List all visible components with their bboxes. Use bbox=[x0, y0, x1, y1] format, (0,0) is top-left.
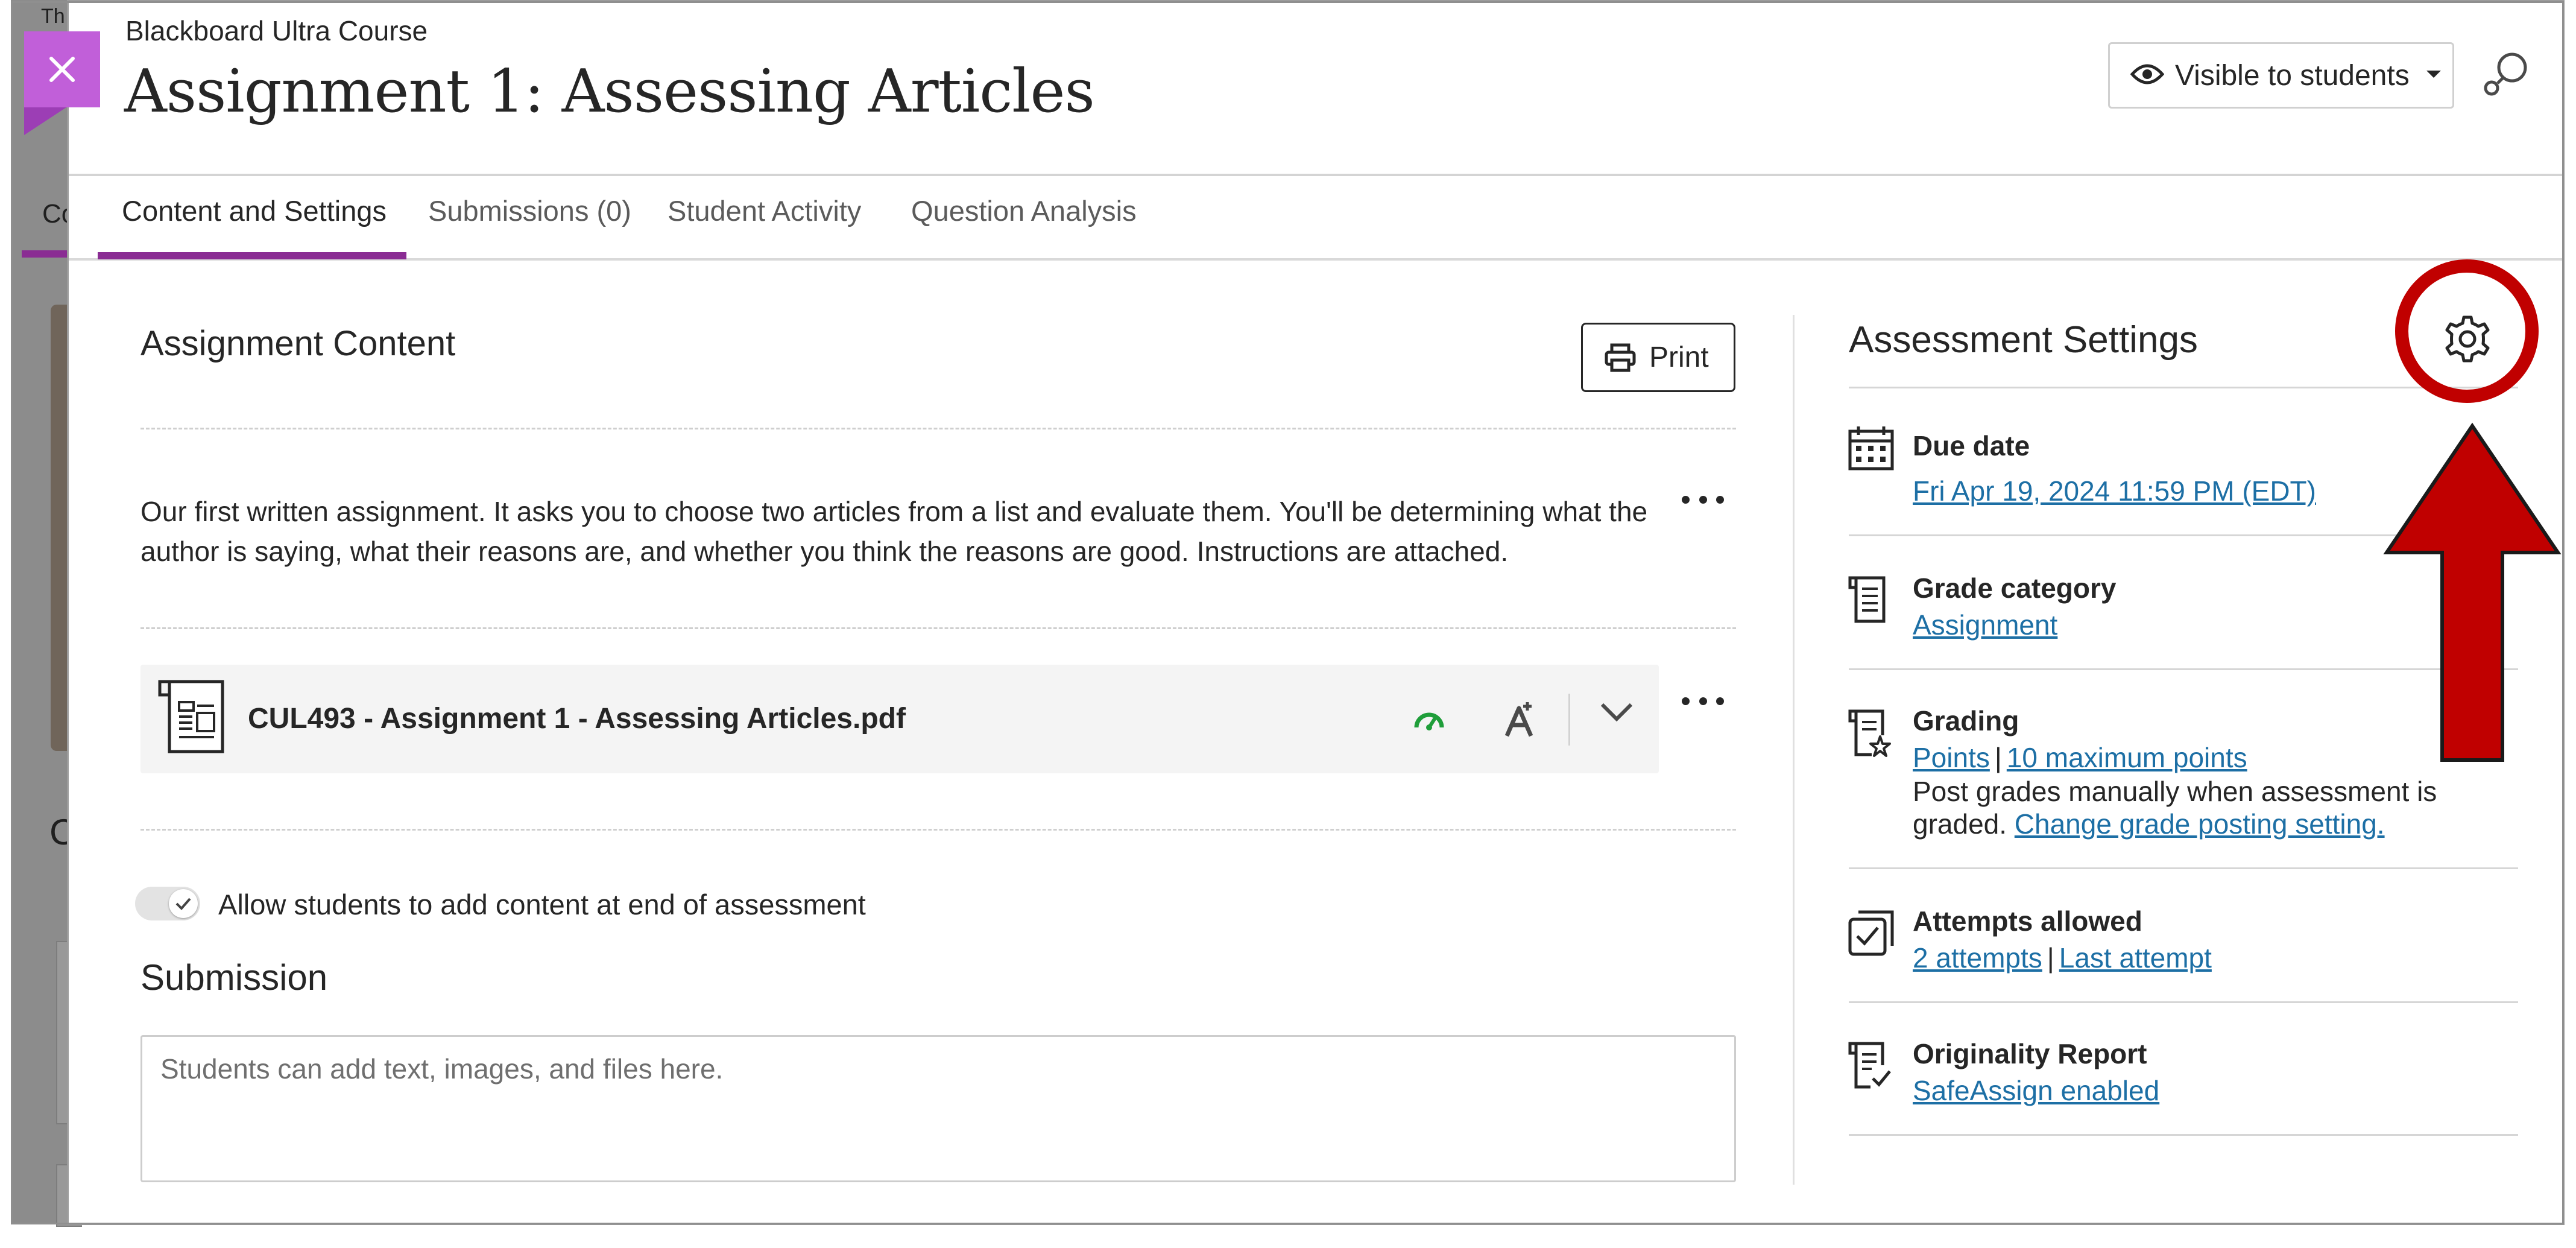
due-date-link[interactable]: Fri Apr 19, 2024 11:59 PM (EDT) bbox=[1913, 475, 2316, 507]
toggle-knob bbox=[169, 889, 198, 918]
grade-category-link[interactable]: Assignment bbox=[1913, 609, 2057, 641]
safeassign-link[interactable]: SafeAssign enabled bbox=[1913, 1075, 2159, 1106]
attempts-icon bbox=[1848, 910, 1895, 960]
assessment-settings-heading: Assessment Settings bbox=[1849, 319, 2198, 361]
submission-field[interactable] bbox=[140, 1035, 1736, 1182]
tab-submissions[interactable]: Submissions (0) bbox=[428, 194, 631, 227]
grading-icon bbox=[1848, 709, 1892, 761]
document-icon bbox=[157, 678, 232, 759]
more-icon-dot bbox=[1716, 697, 1724, 705]
more-icon-dot bbox=[1716, 495, 1724, 504]
search-button[interactable] bbox=[2483, 48, 2531, 103]
attempt-choice-link[interactable]: Last attempt bbox=[2059, 942, 2212, 974]
course-name: Blackboard Ultra Course bbox=[125, 15, 428, 46]
visibility-label: Visible to students bbox=[2175, 59, 2410, 92]
allow-content-toggle[interactable] bbox=[135, 887, 200, 920]
chevron-down-icon[interactable] bbox=[1600, 702, 1634, 726]
column-divider bbox=[1793, 315, 1795, 1185]
settings-divider bbox=[1849, 387, 2518, 388]
separator: | bbox=[2047, 942, 2054, 974]
grade-category-label: Grade category bbox=[1913, 572, 2117, 604]
attached-file[interactable]: CUL493 - Assignment 1 - Assessing Articl… bbox=[140, 665, 1659, 773]
max-points-link[interactable]: 10 maximum points bbox=[2007, 742, 2247, 773]
active-tab-indicator bbox=[98, 252, 406, 259]
eye-icon bbox=[2130, 62, 2165, 89]
background-course-page: Th Co C bbox=[11, 0, 82, 1227]
page-title: Assignment 1: Assessing Articles bbox=[124, 57, 1095, 126]
arrow-up-icon bbox=[2383, 422, 2562, 762]
file-more-button[interactable] bbox=[1682, 689, 1724, 713]
change-grade-posting-link[interactable]: Change grade posting setting. bbox=[2015, 808, 2385, 840]
tabs-divider bbox=[69, 258, 2563, 261]
print-button[interactable]: Print bbox=[1581, 323, 1735, 392]
more-icon-dot bbox=[1699, 495, 1707, 504]
tab-question-analysis[interactable]: Question Analysis bbox=[911, 194, 1137, 227]
due-date-label: Due date bbox=[1913, 430, 2030, 461]
description-more-button[interactable] bbox=[1682, 487, 1724, 512]
allow-content-label: Allow students to add content at end of … bbox=[218, 888, 866, 920]
more-icon-dot bbox=[1699, 697, 1707, 705]
grade-posting-text-cont: graded. bbox=[1913, 808, 2007, 840]
highlight-circle bbox=[2395, 259, 2539, 403]
section-divider bbox=[140, 829, 1736, 831]
more-icon bbox=[1682, 495, 1690, 504]
separator: | bbox=[1994, 742, 2002, 773]
search-icon bbox=[2483, 52, 2531, 105]
visibility-dropdown[interactable]: Visible to students bbox=[2108, 42, 2454, 109]
close-icon bbox=[24, 31, 100, 107]
attempts-count-link[interactable]: 2 attempts bbox=[1913, 942, 2042, 974]
grade-posting-text: Post grades manually when assessment is bbox=[1913, 776, 2437, 807]
assignment-content-heading: Assignment Content bbox=[140, 324, 456, 363]
check-icon bbox=[175, 898, 191, 910]
settings-divider bbox=[1849, 1134, 2518, 1136]
tab-student-activity[interactable]: Student Activity bbox=[668, 194, 861, 227]
accessibility-icon[interactable] bbox=[1503, 700, 1537, 741]
file-actions-divider bbox=[1568, 694, 1570, 746]
status-icon[interactable] bbox=[1413, 706, 1445, 735]
calendar-icon bbox=[1848, 425, 1895, 474]
page: Th Co C Blackboard Ultra Course Assignme… bbox=[0, 0, 2576, 1248]
background-text-fragment: Th bbox=[41, 5, 65, 28]
grading-label: Grading bbox=[1913, 705, 2019, 736]
close-button[interactable] bbox=[24, 31, 100, 107]
tab-content-and-settings[interactable]: Content and Settings bbox=[122, 194, 387, 227]
print-icon bbox=[1605, 343, 1636, 372]
assignment-description: Our first written assignment. It asks yo… bbox=[140, 496, 1648, 567]
settings-divider bbox=[1849, 1001, 2518, 1003]
file-name: CUL493 - Assignment 1 - Assessing Articl… bbox=[248, 703, 906, 735]
originality-icon bbox=[1848, 1041, 1892, 1092]
grade-category-icon bbox=[1848, 575, 1890, 627]
originality-label: Originality Report bbox=[1913, 1038, 2147, 1069]
settings-divider bbox=[1849, 867, 2518, 869]
caret-down-icon bbox=[2425, 69, 2442, 82]
submission-heading: Submission bbox=[140, 957, 328, 998]
grading-scheme-link[interactable]: Points bbox=[1913, 742, 1990, 773]
section-divider bbox=[140, 428, 1736, 429]
section-divider bbox=[140, 627, 1736, 629]
close-button-tail bbox=[24, 107, 66, 135]
more-icon bbox=[1682, 697, 1690, 705]
print-label: Print bbox=[1649, 341, 1709, 373]
header-divider bbox=[69, 174, 2563, 176]
attempts-label: Attempts allowed bbox=[1913, 905, 2142, 937]
